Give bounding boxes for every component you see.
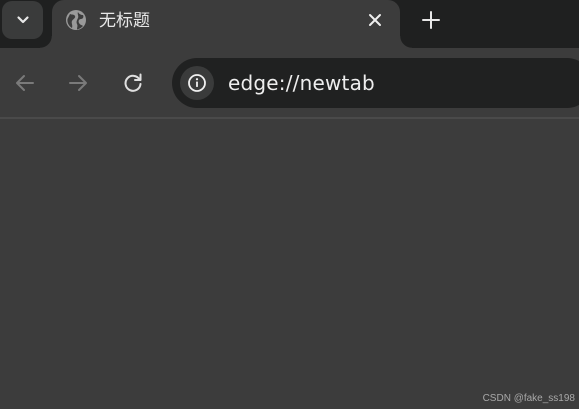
tab-search-button[interactable] <box>2 1 43 39</box>
url-text[interactable]: edge://newtab <box>228 71 375 95</box>
page-content: CSDN @fake_ss198 <box>0 119 579 409</box>
address-bar[interactable]: edge://newtab <box>172 58 579 108</box>
close-icon <box>369 14 381 26</box>
globe-icon <box>66 10 86 30</box>
tab-strip: 无标题 <box>0 0 579 48</box>
back-button[interactable] <box>12 70 38 96</box>
refresh-icon <box>124 73 142 92</box>
site-info-button[interactable] <box>180 66 214 100</box>
refresh-button[interactable] <box>120 70 146 96</box>
arrow-right-icon <box>69 75 87 91</box>
watermark: CSDN @fake_ss198 <box>482 393 575 404</box>
info-icon <box>188 74 206 92</box>
navigation-toolbar: edge://newtab <box>0 48 579 118</box>
tab-close-button[interactable] <box>363 8 387 32</box>
browser-window: 无标题 edge://newtab CSDN @fake_ss198 <box>0 0 579 409</box>
new-tab-button[interactable] <box>417 6 445 34</box>
arrow-left-icon <box>16 75 34 91</box>
active-tab[interactable]: 无标题 <box>40 0 412 48</box>
forward-button[interactable] <box>65 70 91 96</box>
chevron-down-icon <box>16 16 29 24</box>
plus-icon <box>422 11 440 29</box>
tab-title: 无标题 <box>99 11 150 31</box>
